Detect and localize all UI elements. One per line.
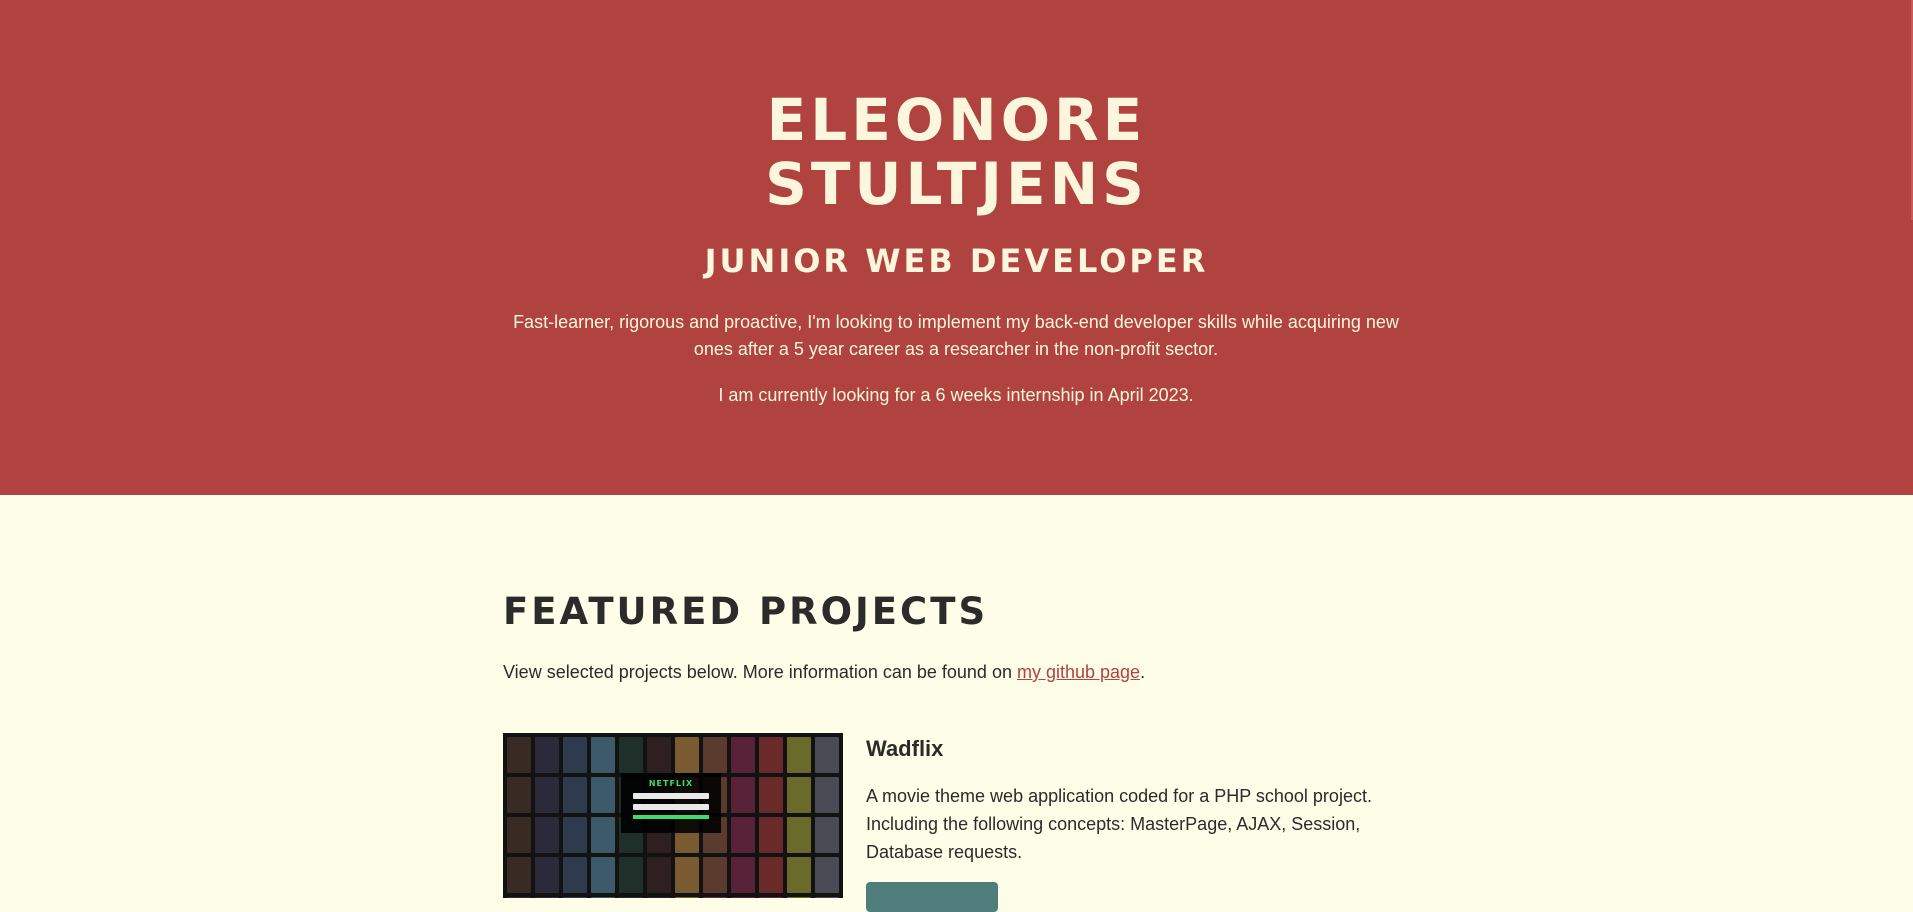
poster-tile — [535, 817, 559, 853]
hero-name-line1: ELEONORE — [766, 86, 1147, 154]
poster-tile — [675, 737, 699, 773]
poster-tile — [619, 857, 643, 893]
login-field — [633, 804, 709, 810]
login-box: NETFLIX — [621, 773, 721, 833]
projects-intro-suffix: . — [1140, 662, 1146, 682]
poster-tile — [759, 817, 783, 853]
poster-tile — [759, 737, 783, 773]
hero-name-line2: STULTJENS — [765, 150, 1148, 218]
project-thumbnail: NETFLIX — [503, 733, 843, 898]
poster-tile — [675, 857, 699, 893]
poster-tile — [815, 857, 839, 893]
poster-tile — [507, 857, 531, 893]
project-name: Wadflix — [866, 736, 944, 761]
login-button — [633, 815, 709, 819]
projects-intro-prefix: View selected projects below. More infor… — [503, 662, 1017, 682]
poster-tile — [535, 777, 559, 813]
poster-tile — [815, 777, 839, 813]
poster-tile — [507, 777, 531, 813]
project-description: A movie theme web application coded for … — [866, 786, 1372, 862]
poster-tile — [787, 817, 811, 853]
poster-tile — [703, 857, 727, 893]
poster-tile — [815, 737, 839, 773]
poster-tile — [731, 737, 755, 773]
poster-tile — [703, 737, 727, 773]
poster-tile — [787, 857, 811, 893]
poster-tile — [535, 857, 559, 893]
poster-tile — [563, 777, 587, 813]
poster-tile — [591, 737, 615, 773]
poster-tile — [759, 777, 783, 813]
hero-availability: I am currently looking for a 6 weeks int… — [718, 385, 1194, 405]
poster-tile — [563, 737, 587, 773]
poster-tile — [731, 857, 755, 893]
login-field — [633, 793, 709, 799]
poster-tile — [787, 737, 811, 773]
hero-bio: Fast-learner, rigorous and proactive, I'… — [513, 312, 1399, 359]
poster-tile — [647, 857, 671, 893]
poster-tile — [591, 777, 615, 813]
netflix-logo: NETFLIX — [648, 779, 694, 788]
poster-tile — [647, 737, 671, 773]
poster-tile — [591, 817, 615, 853]
projects-title: FEATURED PROJECTS — [503, 590, 989, 633]
poster-tile — [563, 817, 587, 853]
poster-tile — [563, 857, 587, 893]
poster-tile — [507, 737, 531, 773]
github-link[interactable]: my github page — [1017, 662, 1140, 682]
projects-intro: View selected projects below. More infor… — [503, 659, 1145, 686]
poster-tile — [619, 737, 643, 773]
poster-tile — [731, 777, 755, 813]
hero-section: ELEONORE STULTJENS JUNIOR WEB DEVELOPER … — [0, 0, 1913, 495]
project-button[interactable] — [866, 882, 998, 912]
poster-tile — [759, 857, 783, 893]
hero-role: JUNIOR WEB DEVELOPER — [704, 242, 1209, 280]
hero-name: ELEONORE STULTJENS — [0, 88, 1913, 216]
poster-tile — [535, 737, 559, 773]
poster-tile — [787, 777, 811, 813]
poster-tile — [731, 817, 755, 853]
poster-tile — [591, 857, 615, 893]
poster-tile — [507, 817, 531, 853]
poster-tile — [815, 817, 839, 853]
